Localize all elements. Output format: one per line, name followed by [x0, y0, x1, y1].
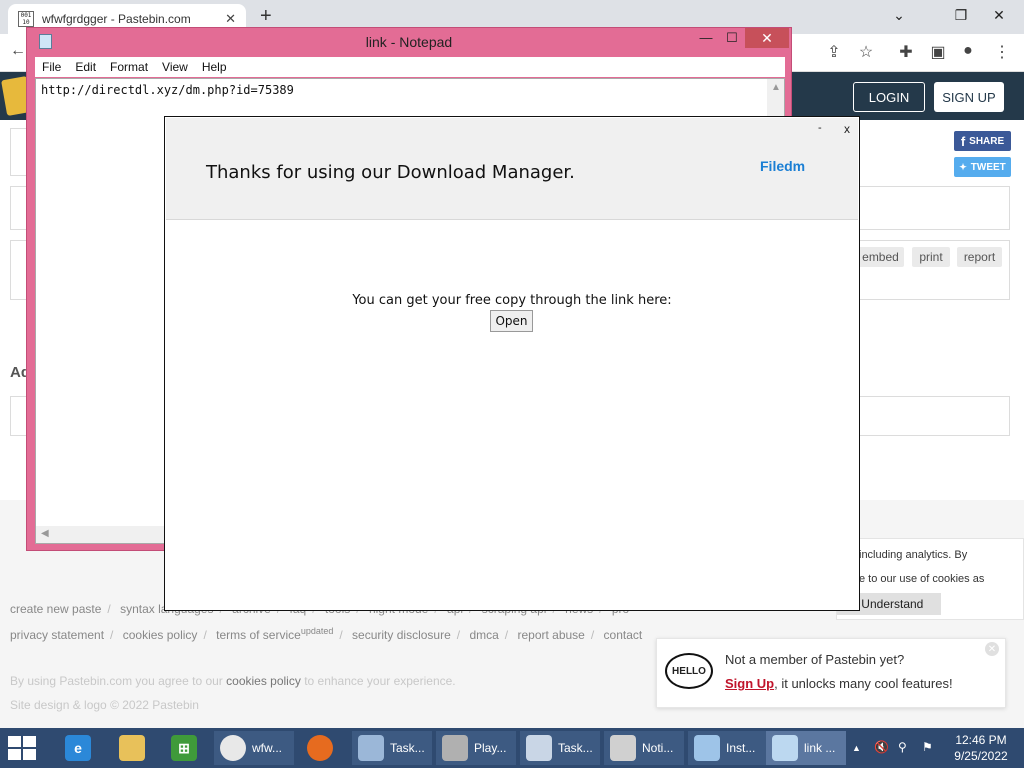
footer-link[interactable]: dmca	[469, 628, 498, 642]
notepad-title: link - Notepad	[365, 34, 453, 50]
file-explorer-icon[interactable]	[110, 731, 154, 765]
menu-edit[interactable]: Edit	[68, 60, 103, 74]
volume-muted-icon[interactable]: 🔇	[874, 740, 889, 754]
notepad-titlebar[interactable]: link - Notepad — ☐ ✕	[27, 28, 791, 56]
scroll-up-icon[interactable]: ▲	[771, 82, 781, 93]
windows-start-icon[interactable]	[8, 736, 38, 760]
cookie-notice-text: By using Pastebin.com you agree to our c…	[10, 674, 456, 688]
browser-menu-icon[interactable]: ⋮	[990, 42, 1014, 62]
firefox-icon[interactable]	[298, 731, 342, 765]
browser-tab-search-icon[interactable]: ⌄	[876, 2, 922, 28]
twitter-bird-icon: ✦	[959, 161, 967, 172]
filedm-logo: Filedm	[760, 158, 806, 174]
notepad-minimize-button[interactable]: —	[693, 28, 719, 48]
notification-icon	[610, 735, 636, 761]
dialog-header: - x Thanks for using our Download Manage…	[166, 118, 858, 220]
footer-links-row2: privacy statement / cookies policy / terms…	[10, 626, 643, 642]
extensions-puzzle-icon[interactable]: ✚	[894, 42, 918, 62]
taskbar-notification-button[interactable]: Noti...	[604, 731, 684, 765]
signup-button[interactable]: SIGN UP	[934, 82, 1004, 112]
facebook-icon: f	[960, 133, 966, 149]
footer-link[interactable]: security disclosure	[352, 628, 451, 642]
open-button[interactable]: Open	[490, 310, 533, 332]
share-page-icon[interactable]: ⇪	[822, 42, 846, 62]
download-manager-dialog: - x Thanks for using our Download Manage…	[164, 116, 860, 611]
menu-view[interactable]: View	[155, 60, 195, 74]
taskbar-task-manager-button[interactable]: Task...	[352, 731, 432, 765]
dialog-close-button[interactable]: x	[844, 122, 850, 136]
pastebin-favicon-icon: 001 10	[18, 11, 34, 27]
action-center-icon[interactable]: ⚑	[922, 740, 933, 754]
login-button[interactable]: LOGIN	[853, 82, 925, 112]
taskbar-player-button[interactable]: Play...	[436, 731, 516, 765]
taskbar-notepad-button[interactable]: link ...	[766, 731, 846, 765]
cookies-policy-link[interactable]: cookies policy	[226, 674, 301, 688]
notepad-maximize-button[interactable]: ☐	[719, 28, 745, 48]
menu-file[interactable]: File	[35, 60, 68, 74]
twitter-tweet-button[interactable]: ✦ TWEET	[954, 157, 1011, 177]
promo-text: Not a member of Pastebin yet?	[725, 652, 905, 667]
taskbar-task-scheduler-button[interactable]: Task...	[520, 731, 600, 765]
dialog-heading: Thanks for using our Download Manager.	[206, 162, 575, 183]
promo-signup-link[interactable]: Sign Up	[725, 676, 774, 691]
updated-superscript: updated	[300, 626, 334, 636]
cookie-text-line: e to our use of cookies as	[859, 573, 985, 585]
copyright-text: Site design & logo © 2022 Pastebin	[10, 698, 199, 712]
promo-close-icon[interactable]: ✕	[985, 642, 999, 656]
browser-close-button[interactable]: ✕	[976, 2, 1022, 28]
windows-taskbar: e ⊞ wfw... Task... Play... Task... Noti.…	[0, 728, 1024, 768]
footer-link[interactable]: create new paste	[10, 602, 101, 616]
footer-link[interactable]: contact	[604, 628, 643, 642]
taskbar-chrome-button[interactable]: wfw...	[214, 731, 294, 765]
menu-help[interactable]: Help	[195, 60, 234, 74]
hello-bubble-icon: HELLO	[665, 653, 713, 689]
footer-link[interactable]: report abuse	[517, 628, 584, 642]
task-manager-icon	[358, 735, 384, 761]
footer-link[interactable]: terms of service	[216, 628, 301, 642]
signup-promo-box: HELLO Not a member of Pastebin yet? Sign…	[656, 638, 1006, 708]
chrome-icon	[220, 735, 246, 761]
facebook-share-button[interactable]: f SHARE	[954, 131, 1011, 151]
print-button[interactable]: print	[912, 247, 950, 267]
network-icon[interactable]: ⚲	[898, 740, 907, 754]
store-icon[interactable]: ⊞	[162, 731, 206, 765]
embed-button[interactable]: embed	[857, 247, 904, 267]
promo-text-2: Sign Up, it unlocks many cool features!	[725, 676, 953, 691]
side-panel-icon[interactable]: ▣	[926, 42, 950, 62]
notepad-close-button[interactable]: ✕	[745, 28, 789, 48]
dialog-message: You can get your free copy through the l…	[352, 293, 672, 308]
internet-explorer-icon[interactable]: e	[56, 731, 100, 765]
dialog-minimize-button[interactable]: -	[818, 122, 822, 134]
clock-date: 9/25/2022	[954, 749, 1008, 763]
scroll-left-icon[interactable]: ◀	[41, 528, 49, 539]
tab-title: wfwfgrdgger - Pastebin.com	[42, 12, 191, 26]
cookie-text-line: including analytics. By	[859, 549, 968, 561]
installer-icon	[694, 735, 720, 761]
footer-link[interactable]: cookies policy	[123, 628, 198, 642]
notepad-content: http://directdl.xyz/dm.php?id=75389	[41, 83, 294, 97]
profile-avatar-icon[interactable]: ●	[956, 42, 980, 60]
tray-overflow-icon[interactable]: ▲	[852, 743, 861, 753]
menu-format[interactable]: Format	[103, 60, 155, 74]
notepad-icon	[772, 735, 798, 761]
tab-close-icon[interactable]: ✕	[225, 11, 236, 27]
bookmark-star-icon[interactable]: ☆	[854, 42, 878, 62]
footer-link[interactable]: privacy statement	[10, 628, 104, 642]
clock-time: 12:46 PM	[955, 733, 1007, 747]
task-scheduler-icon	[526, 735, 552, 761]
cookie-consent-banner: including analytics. By e to our use of …	[836, 538, 1024, 620]
notepad-menubar: File Edit Format View Help	[35, 57, 785, 77]
taskbar-installer-button[interactable]: Inst...	[688, 731, 768, 765]
media-player-icon	[442, 735, 468, 761]
system-clock[interactable]: 12:46 PM 9/25/2022	[946, 732, 1016, 764]
report-button[interactable]: report	[957, 247, 1002, 267]
new-tab-button[interactable]: +	[260, 5, 272, 28]
